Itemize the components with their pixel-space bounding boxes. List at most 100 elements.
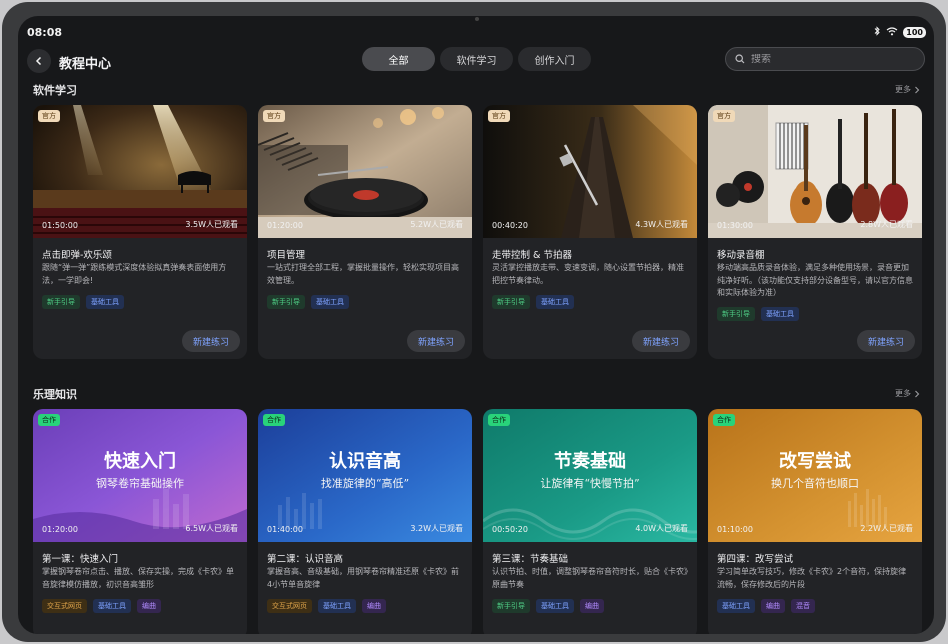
tag-chip: 基础工具 (86, 295, 124, 309)
new-practice-button[interactable]: 新建练习 (407, 330, 465, 352)
tutorial-card[interactable]: 官方 00:40:20 4.3W人已观看 走带控制 & 节拍器 灵活掌控播放走带… (483, 105, 697, 359)
card-thumbnail: 官方 01:30:00 2.8W人已观看 (708, 105, 922, 238)
partner-badge: 合作 (263, 414, 285, 426)
tutorial-card[interactable]: 官方 01:20:00 5.2W人已观看 项目管理 一站式打理全部工程，掌握批量… (258, 105, 472, 359)
lesson-card[interactable]: 合作 认识音高 找准旋律的“高低” 01:40:00 3.2W人已观看 第二课：… (258, 409, 472, 634)
new-practice-button[interactable]: 新建练习 (857, 330, 915, 352)
card-views: 4.0W人已观看 (635, 524, 688, 533)
card-views: 2.2W人已观看 (860, 524, 913, 533)
chevron-left-icon (35, 56, 42, 66)
card-views: 3.2W人已观看 (410, 524, 463, 533)
card-description: 跟随“弹一弹”跟练模式深度体验拟真弹奏表面使用方法，一学即会! (42, 263, 227, 285)
tag-chip: 基础工具 (536, 295, 574, 309)
card-tags: 新手引导 基础工具 (42, 295, 124, 309)
card-duration: 01:20:00 (267, 221, 303, 230)
tag-chip: 新手引导 (42, 295, 80, 309)
category-tabs: 全部 软件学习 创作入门 (362, 47, 591, 71)
tag-chip: 基础工具 (717, 599, 755, 613)
screen: 08:08 100 教程中心 全部 软件学习 创作入门 搜索 软件学习 更多 官… (18, 16, 934, 634)
cover-title: 认识音高 (329, 451, 401, 472)
tag-chip: 基础工具 (93, 599, 131, 613)
card-description: 灵活掌控播放走带、变速变调，随心设置节拍器，精准把控节奏律动。 (492, 263, 684, 285)
card-title: 第四课：改写尝试 (717, 554, 794, 565)
music-theory-card-row: 合作 快速入门 钢琴卷帘基础操作 01:20:00 6.5W人已观看 第一课：快… (33, 409, 922, 634)
tutorial-card[interactable]: 官方 01:30:00 2.8W人已观看 移动录音棚 移动端高品质录音体验，满足… (708, 105, 922, 359)
tag-chip: 新手引导 (717, 307, 755, 321)
card-thumbnail: 合作 快速入门 钢琴卷帘基础操作 01:20:00 6.5W人已观看 (33, 409, 247, 542)
section-title-music-theory: 乐理知识 (33, 388, 77, 401)
card-duration: 01:20:00 (42, 525, 78, 534)
tag-chip: 编曲 (137, 599, 161, 613)
card-description: 一站式打理全部工程，掌握批量操作，轻松实现项目高效管理。 (267, 263, 459, 285)
card-tags: 基础工具 编曲 混音 (717, 599, 815, 613)
more-label: 更多 (895, 389, 911, 398)
tag-chip: 基础工具 (761, 307, 799, 321)
card-views: 6.5W人已观看 (185, 524, 238, 533)
partner-badge: 合作 (488, 414, 510, 426)
card-duration: 01:10:00 (717, 525, 753, 534)
lesson-card[interactable]: 合作 节奏基础 让旋律有“快慢节拍” 00:50:20 4.0W人已观看 第三课… (483, 409, 697, 634)
tag-chip: 新手引导 (492, 295, 530, 309)
chevron-right-icon (915, 86, 920, 93)
card-thumbnail: 官方 01:50:00 3.5W人已观看 (33, 105, 247, 238)
card-tags: 新手引导 基础工具 (267, 295, 349, 309)
card-tags: 新手引导 基础工具 (717, 307, 799, 321)
tutorial-card[interactable]: 官方 01:50:00 3.5W人已观看 点击即弹-欢乐颂 跟随“弹一弹”跟练模… (33, 105, 247, 359)
card-title: 点击即弹-欢乐颂 (42, 250, 112, 261)
more-link-software[interactable]: 更多 (895, 84, 920, 95)
status-time: 08:08 (27, 26, 63, 39)
tag-chip: 新手引导 (492, 599, 530, 613)
card-title: 第三课：节奏基础 (492, 554, 569, 565)
status-icons: 100 (873, 26, 926, 39)
card-views: 3.5W人已观看 (185, 220, 238, 229)
tag-chip: 新手引导 (267, 295, 305, 309)
device-frame: 08:08 100 教程中心 全部 软件学习 创作入门 搜索 软件学习 更多 官… (2, 2, 946, 642)
official-badge: 官方 (713, 110, 735, 122)
card-description: 掌握音高、音级基础，用钢琴卷帘精准还原《卡农》前4小节单音旋律 (267, 567, 459, 589)
card-tags: 新手引导 基础工具 编曲 (492, 599, 604, 613)
tag-chip: 编曲 (362, 599, 386, 613)
tag-chip: 交互式网页 (267, 599, 312, 613)
card-title: 项目管理 (267, 250, 306, 261)
card-duration: 01:40:00 (267, 525, 303, 534)
card-views: 2.8W人已观看 (860, 220, 913, 229)
search-icon (735, 54, 745, 64)
tag-chip: 编曲 (580, 599, 604, 613)
new-practice-button[interactable]: 新建练习 (632, 330, 690, 352)
tag-chip: 混音 (791, 599, 815, 613)
lesson-card[interactable]: 合作 快速入门 钢琴卷帘基础操作 01:20:00 6.5W人已观看 第一课：快… (33, 409, 247, 634)
card-thumbnail: 合作 改写尝试 换几个音符也顺口 01:10:00 2.2W人已观看 (708, 409, 922, 542)
card-description: 学习简单改写技巧，修改《卡农》2个音符，保持旋律流畅，保存修改后的片段 (717, 567, 907, 589)
search-input[interactable] (751, 53, 911, 65)
tab-software-learning[interactable]: 软件学习 (440, 47, 513, 71)
search-box[interactable] (725, 47, 925, 71)
back-button[interactable] (27, 49, 51, 73)
card-duration: 00:40:20 (492, 221, 528, 230)
more-link-music-theory[interactable]: 更多 (895, 388, 920, 399)
status-bar: 08:08 100 (18, 16, 934, 46)
card-tags: 新手引导 基础工具 (492, 295, 574, 309)
tab-all[interactable]: 全部 (362, 47, 435, 71)
bluetooth-icon (873, 26, 881, 39)
card-title: 第二课：认识音高 (267, 554, 344, 565)
chevron-right-icon (915, 390, 920, 397)
card-thumbnail: 官方 01:20:00 5.2W人已观看 (258, 105, 472, 238)
cover-subtitle: 钢琴卷帘基础操作 (96, 477, 184, 490)
lesson-card[interactable]: 合作 改写尝试 换几个音符也顺口 01:10:00 2.2W人已观看 第四课：改… (708, 409, 922, 634)
cover-subtitle: 让旋律有“快慢节拍” (540, 477, 640, 490)
cover-title: 节奏基础 (554, 451, 626, 472)
card-thumbnail: 合作 节奏基础 让旋律有“快慢节拍” 00:50:20 4.0W人已观看 (483, 409, 697, 542)
new-practice-button[interactable]: 新建练习 (182, 330, 240, 352)
tag-chip: 基础工具 (536, 599, 574, 613)
cover-subtitle: 换几个音符也顺口 (771, 477, 859, 490)
page-title: 教程中心 (59, 57, 112, 72)
tag-chip: 基础工具 (318, 599, 356, 613)
official-badge: 官方 (488, 110, 510, 122)
card-duration: 01:30:00 (717, 221, 753, 230)
card-tags: 交互式网页 基础工具 编曲 (267, 599, 386, 613)
card-tags: 交互式网页 基础工具 编曲 (42, 599, 161, 613)
partner-badge: 合作 (38, 414, 60, 426)
more-label: 更多 (895, 85, 911, 94)
tab-creation-intro[interactable]: 创作入门 (518, 47, 591, 71)
section-title-software: 软件学习 (33, 84, 77, 97)
